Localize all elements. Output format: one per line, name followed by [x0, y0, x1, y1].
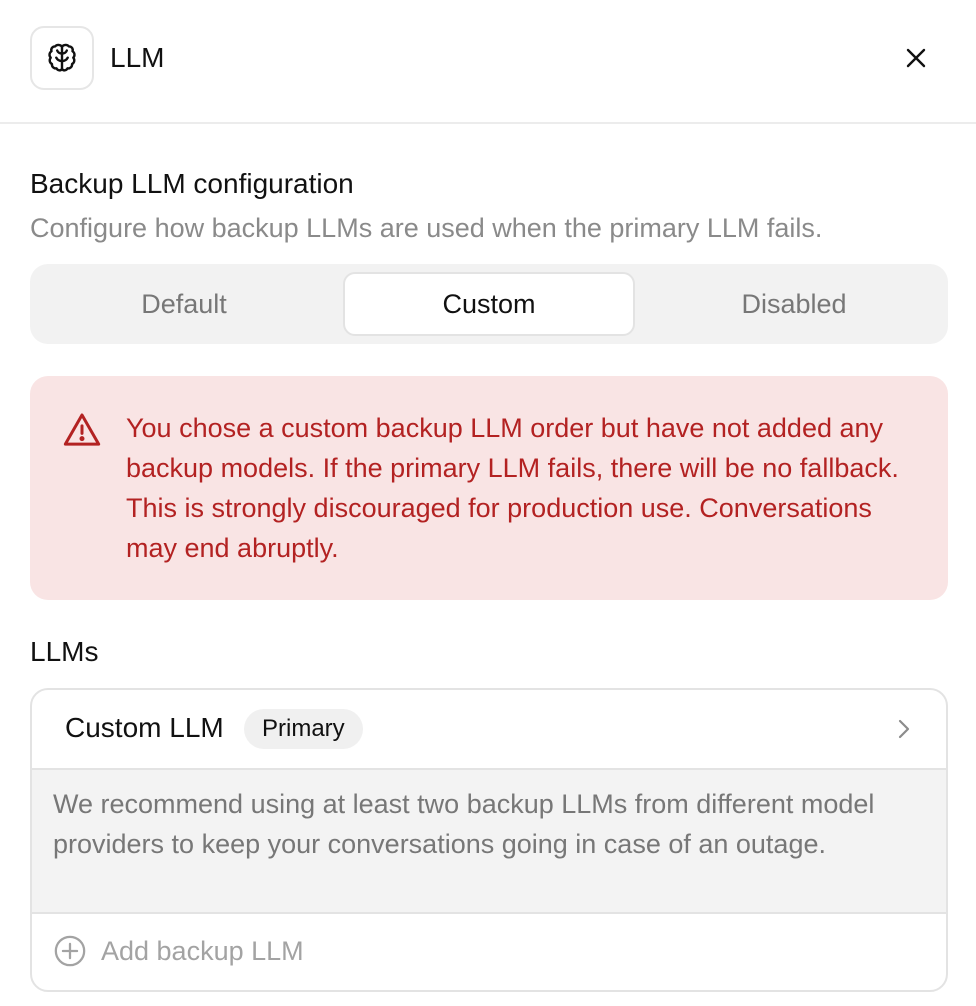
llms-section-label: LLMs: [30, 636, 99, 667]
llm-name: Custom LLM: [65, 712, 224, 743]
llm-list-card: Custom LLM Primary We recommend using at…: [30, 688, 948, 992]
chevron-right-icon: [898, 719, 910, 739]
warning-triangle-icon: [63, 413, 101, 446]
add-backup-llm-label: Add backup LLM: [101, 936, 304, 966]
recommendation-text: We recommend using at least two backup L…: [53, 789, 875, 859]
option-default[interactable]: Default: [38, 272, 330, 336]
backup-mode-selector: Default Custom Disabled: [30, 264, 948, 344]
close-icon: [906, 48, 926, 68]
warning-text: You chose a custom backup LLM order but …: [126, 413, 899, 563]
primary-badge: Primary: [244, 709, 363, 749]
close-button[interactable]: [896, 38, 936, 78]
recommendation-panel: We recommend using at least two backup L…: [32, 768, 946, 914]
dialog-header: LLM: [0, 0, 976, 124]
plus-circle-icon: [54, 935, 86, 967]
backup-config-description: Configure how backup LLMs are used when …: [30, 213, 823, 243]
brain-icon: [30, 26, 94, 90]
dialog-title: LLM: [110, 42, 165, 73]
warning-alert: You chose a custom backup LLM order but …: [30, 376, 948, 600]
option-custom[interactable]: Custom: [343, 272, 635, 336]
option-disabled[interactable]: Disabled: [648, 272, 940, 336]
llm-item-custom[interactable]: Custom LLM Primary: [32, 690, 946, 768]
backup-config-title: Backup LLM configuration: [30, 168, 354, 199]
add-backup-llm-button[interactable]: Add backup LLM: [32, 914, 946, 990]
